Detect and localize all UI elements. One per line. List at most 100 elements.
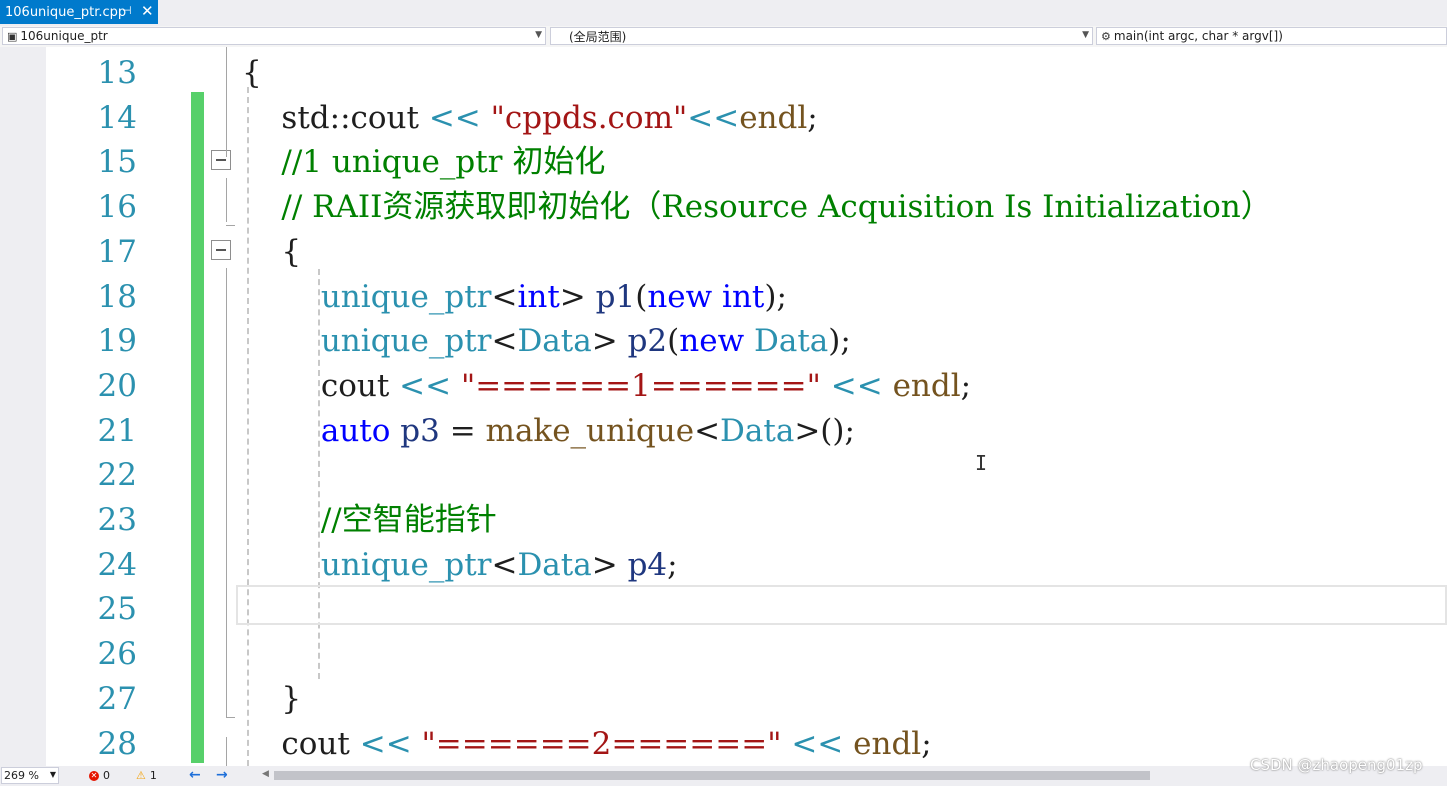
- project-icon: ▣: [7, 29, 18, 43]
- line-number: 22: [97, 457, 137, 494]
- code-token: <<: [399, 367, 452, 404]
- code-token: std::cout: [242, 99, 429, 136]
- line-number: 16: [97, 189, 137, 226]
- code-line[interactable]: {: [242, 230, 301, 274]
- change-indicator: [191, 91, 204, 138]
- code-token: endl: [892, 367, 961, 404]
- code-line[interactable]: auto p3 = make_unique<Data>();: [242, 409, 855, 453]
- line-number: 28: [97, 725, 137, 762]
- code-line[interactable]: unique_ptr<Data> p4;: [242, 543, 678, 587]
- change-indicator: [191, 404, 204, 451]
- code-token: (: [667, 323, 680, 360]
- tab-bar: 106unique_ptr.cpp ⊣ ✕: [0, 0, 1447, 26]
- code-token: Data: [517, 546, 592, 583]
- collapse-icon[interactable]: [211, 239, 231, 260]
- navigate-back-icon[interactable]: ←: [189, 767, 201, 783]
- code-token: unique_ptr: [320, 546, 492, 583]
- outline-guide-end: [226, 717, 235, 718]
- line-number: 21: [97, 412, 137, 449]
- scroll-left-icon[interactable]: ◀: [262, 769, 269, 779]
- code-line[interactable]: unique_ptr<Data> p2(new Data);: [242, 319, 851, 363]
- code-token: auto: [320, 412, 391, 449]
- change-indicator: [191, 449, 204, 495]
- change-indicator: [191, 672, 204, 719]
- code-token: =: [439, 412, 486, 449]
- code-token: Data: [753, 323, 829, 360]
- member-dropdown[interactable]: ⚙ main(int argc, char * argv[]): [1096, 27, 1447, 45]
- pin-icon[interactable]: ⊣: [122, 4, 132, 17]
- code-token: make_unique: [485, 412, 695, 449]
- change-indicator: [191, 359, 204, 406]
- change-indicator: [191, 136, 204, 183]
- horizontal-scrollbar-thumb[interactable]: [274, 771, 1150, 780]
- code-line[interactable]: unique_ptr<int> p1(new int);: [242, 275, 787, 319]
- code-token: new: [679, 323, 745, 360]
- navigate-forward-icon[interactable]: →: [216, 767, 228, 783]
- code-line[interactable]: {: [242, 51, 262, 95]
- zoom-dropdown[interactable]: 269 % ▼: [1, 767, 59, 784]
- collapse-icon[interactable]: [211, 150, 231, 171]
- code-token: >: [559, 278, 596, 315]
- chevron-down-icon: ▼: [49, 770, 56, 779]
- change-indicator: [191, 270, 204, 317]
- line-number: 27: [97, 680, 137, 717]
- change-indicator: [191, 538, 204, 585]
- code-line[interactable]: cout << "======1======" << endl;: [242, 364, 971, 408]
- code-editor[interactable]: 13 14 15 16 17 18 19 20 21 22 23 24 25 26 27 28 { std::…: [0, 47, 1447, 766]
- status-bar: 269 % ▼ ✕ 0 ⚠ 1 ← → ◀: [0, 766, 1447, 786]
- close-icon[interactable]: ✕: [141, 2, 154, 20]
- line-number: 14: [97, 99, 137, 136]
- code-line[interactable]: std::cout << "cppds.com"<<endl;: [242, 96, 817, 140]
- text-cursor-icon: I: [975, 451, 988, 475]
- code-token: p3: [400, 412, 440, 449]
- code-token: <: [491, 323, 518, 360]
- scope-dropdown[interactable]: (全局范围) ▼: [550, 27, 1093, 45]
- code-token: {: [242, 55, 262, 91]
- outline-guide: [226, 178, 227, 222]
- current-line-highlight: [236, 585, 1447, 625]
- code-token: //1 unique_ptr 初始化: [242, 144, 606, 181]
- warning-count[interactable]: ⚠ 1: [136, 769, 157, 782]
- code-token: >();: [794, 412, 855, 449]
- code-token: p2: [627, 323, 668, 360]
- project-dropdown[interactable]: ▣ 106unique_ptr ▼: [2, 27, 546, 45]
- error-count[interactable]: ✕ 0: [89, 769, 110, 782]
- code-line[interactable]: //1 unique_ptr 初始化: [242, 140, 605, 184]
- code-token: {: [242, 233, 302, 270]
- code-token: p4: [627, 546, 668, 583]
- code-line[interactable]: // RAII资源获取即初始化（Resource Acquisition Is …: [242, 185, 1271, 229]
- warning-count-value: 1: [149, 769, 157, 782]
- outline-guide: [226, 268, 227, 718]
- zoom-level: 269 %: [4, 769, 39, 782]
- code-token: int: [517, 278, 560, 315]
- code-token: "cppds.com": [490, 99, 688, 136]
- line-number: 15: [97, 144, 137, 181]
- code-token: new: [647, 278, 713, 315]
- code-line[interactable]: //空智能指针: [242, 498, 497, 542]
- tab-file[interactable]: 106unique_ptr.cpp ⊣ ✕: [0, 0, 158, 24]
- line-number: 20: [97, 367, 137, 404]
- code-line[interactable]: }: [242, 677, 301, 721]
- code-line[interactable]: cout << "======2======" << endl;: [242, 722, 931, 766]
- code-token: cout: [242, 725, 360, 762]
- outline-guide: [226, 737, 227, 766]
- navigation-bar: ▣ 106unique_ptr ▼ (全局范围) ▼ ⚙ main(int ar…: [0, 26, 1447, 48]
- code-token: cout: [242, 367, 400, 404]
- code-token: unique_ptr: [320, 323, 492, 360]
- line-number: 18: [97, 278, 137, 315]
- code-token: ;: [960, 367, 972, 404]
- scope-name: (全局范围): [569, 29, 627, 44]
- chevron-down-icon: ▼: [535, 30, 542, 40]
